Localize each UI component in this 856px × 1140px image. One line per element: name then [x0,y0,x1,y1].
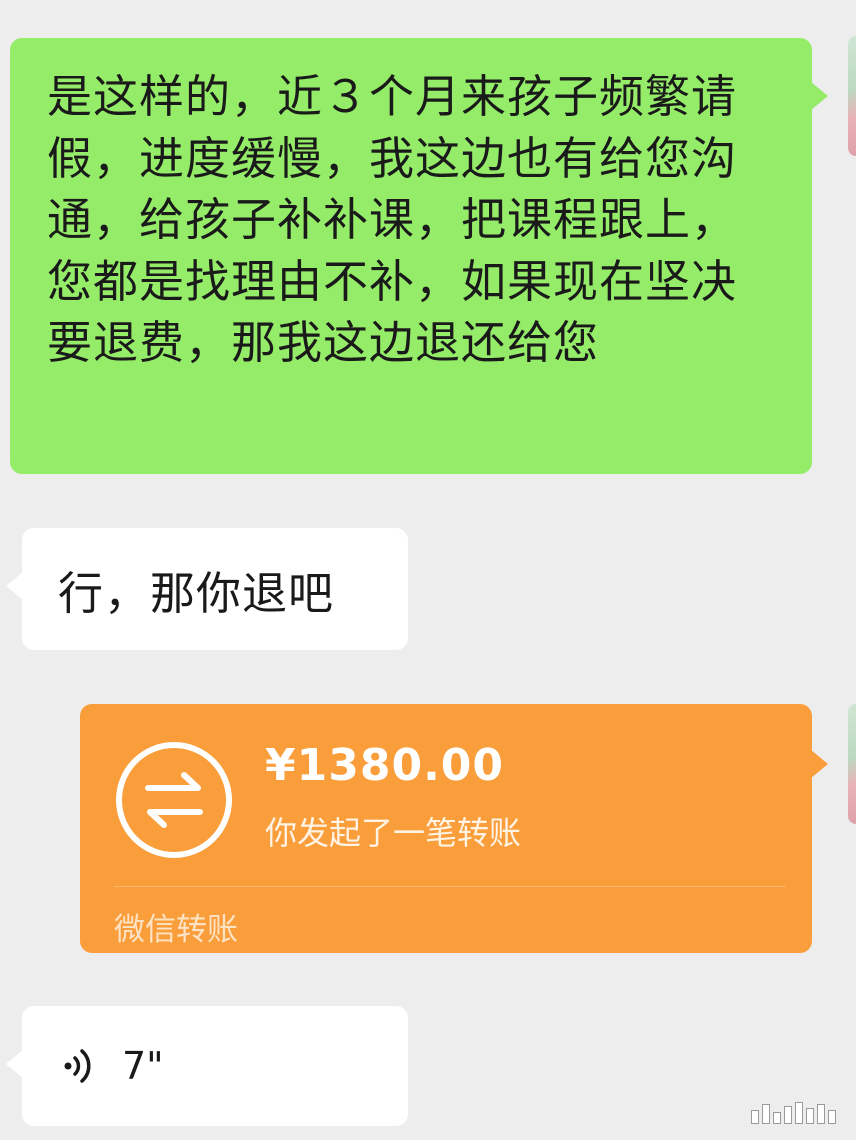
transfer-card[interactable]: ¥1380.00 你发起了一笔转账 微信转账 [80,704,828,953]
transfer-arrows-icon [116,742,232,858]
message-text: 行，那你退吧 [58,566,335,620]
divider [114,886,786,887]
incoming-message-bubble[interactable]: 行，那你退吧 [6,528,408,650]
watermark-logo [751,1102,836,1124]
self-avatar[interactable] [848,704,856,824]
voice-duration: 7" [122,1044,164,1088]
transfer-footer-label: 微信转账 [114,912,238,948]
voice-message-bubble[interactable]: 7" [6,1006,408,1126]
outgoing-message-bubble[interactable]: 是这样的，近３个月来孩子频繁请假，进度缓慢，我这边也有给您沟通，给孩子补补课，把… [10,38,828,474]
transfer-description: 你发起了一笔转账 [265,814,522,852]
transfer-amount: ¥1380.00 [265,740,505,791]
voice-wave-icon [64,1049,91,1083]
message-text: 是这样的，近３个月来孩子频繁请假，进度缓慢，我这边也有给您沟通，给孩子补补课，把… [47,70,738,370]
self-avatar[interactable] [848,36,856,156]
chat-screen: 是这样的，近３个月来孩子频繁请假，进度缓慢，我这边也有给您沟通，给孩子补补课，把… [0,0,856,1140]
